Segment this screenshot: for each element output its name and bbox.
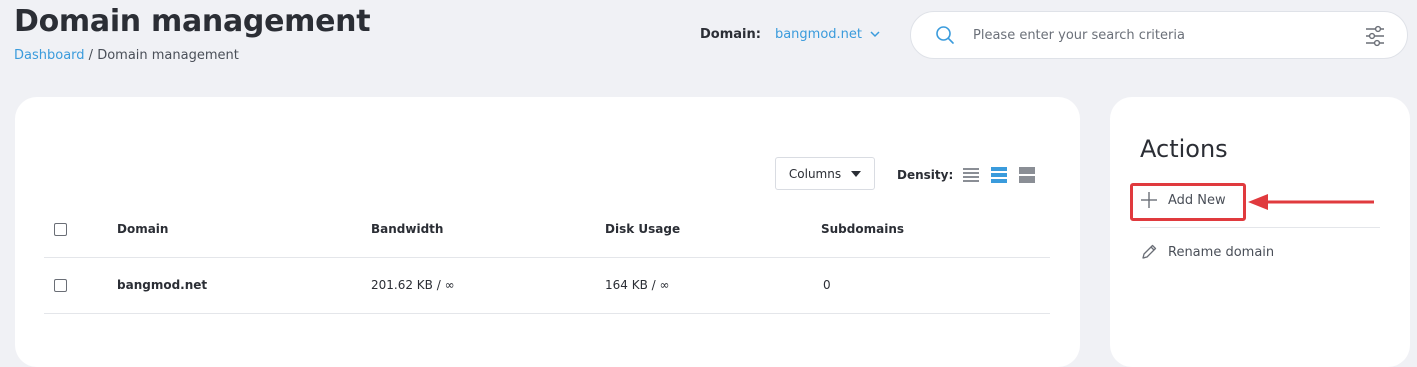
row-divider [44, 313, 1050, 314]
domain-dropdown[interactable]: bangmod.net [775, 27, 880, 42]
breadcrumb-current: Domain management [97, 48, 239, 63]
row-checkbox[interactable] [54, 279, 67, 292]
pencil-icon [1142, 244, 1157, 259]
domain-selector: Domain: bangmod.net [700, 27, 880, 42]
domain-dropdown-value: bangmod.net [774, 27, 862, 42]
density-label: Density: [897, 168, 954, 182]
column-header-disk-usage[interactable]: Disk Usage [605, 222, 680, 236]
density-compact-icon[interactable] [963, 167, 980, 183]
header-divider [44, 257, 1050, 258]
breadcrumb: Dashboard / Domain management [14, 48, 239, 63]
cell-subdomains: 0 [823, 278, 831, 292]
columns-button-label: Columns [788, 166, 842, 181]
cell-disk-usage: 164 KB / ∞ [605, 278, 670, 292]
domain-label: Domain: [700, 27, 761, 42]
caret-down-icon [851, 170, 862, 177]
highlight-box [1130, 183, 1246, 221]
column-header-subdomains[interactable]: Subdomains [821, 222, 904, 236]
select-all-checkbox[interactable] [54, 223, 67, 236]
density-standard-icon[interactable] [991, 167, 1008, 183]
search-icon[interactable] [935, 25, 955, 45]
actions-panel: Actions Add New Rename domain [1110, 97, 1410, 367]
search-bar [910, 11, 1408, 59]
search-input[interactable] [971, 26, 1355, 44]
rename-domain-label: Rename domain [1168, 244, 1275, 260]
column-header-bandwidth[interactable]: Bandwidth [371, 222, 443, 236]
rename-domain-button[interactable]: Rename domain [1140, 243, 1274, 261]
domains-table-card: Columns Density: Domain Bandwidth Disk U… [15, 97, 1080, 367]
cell-domain[interactable]: bangmod.net [117, 278, 207, 292]
chevron-down-icon [870, 31, 880, 38]
density-control: Density: [897, 167, 1036, 183]
breadcrumb-separator: / [84, 48, 98, 63]
page-title: Domain management [14, 4, 371, 39]
annotation-arrow-icon [1248, 194, 1374, 210]
column-header-domain[interactable]: Domain [117, 222, 168, 236]
actions-divider [1140, 227, 1380, 228]
density-comfortable-icon[interactable] [1019, 167, 1036, 183]
columns-button[interactable]: Columns [775, 157, 875, 190]
actions-title: Actions [1140, 135, 1228, 163]
sliders-icon[interactable] [1365, 25, 1385, 47]
cell-bandwidth: 201.62 KB / ∞ [371, 278, 455, 292]
breadcrumb-dashboard-link[interactable]: Dashboard [14, 48, 85, 63]
